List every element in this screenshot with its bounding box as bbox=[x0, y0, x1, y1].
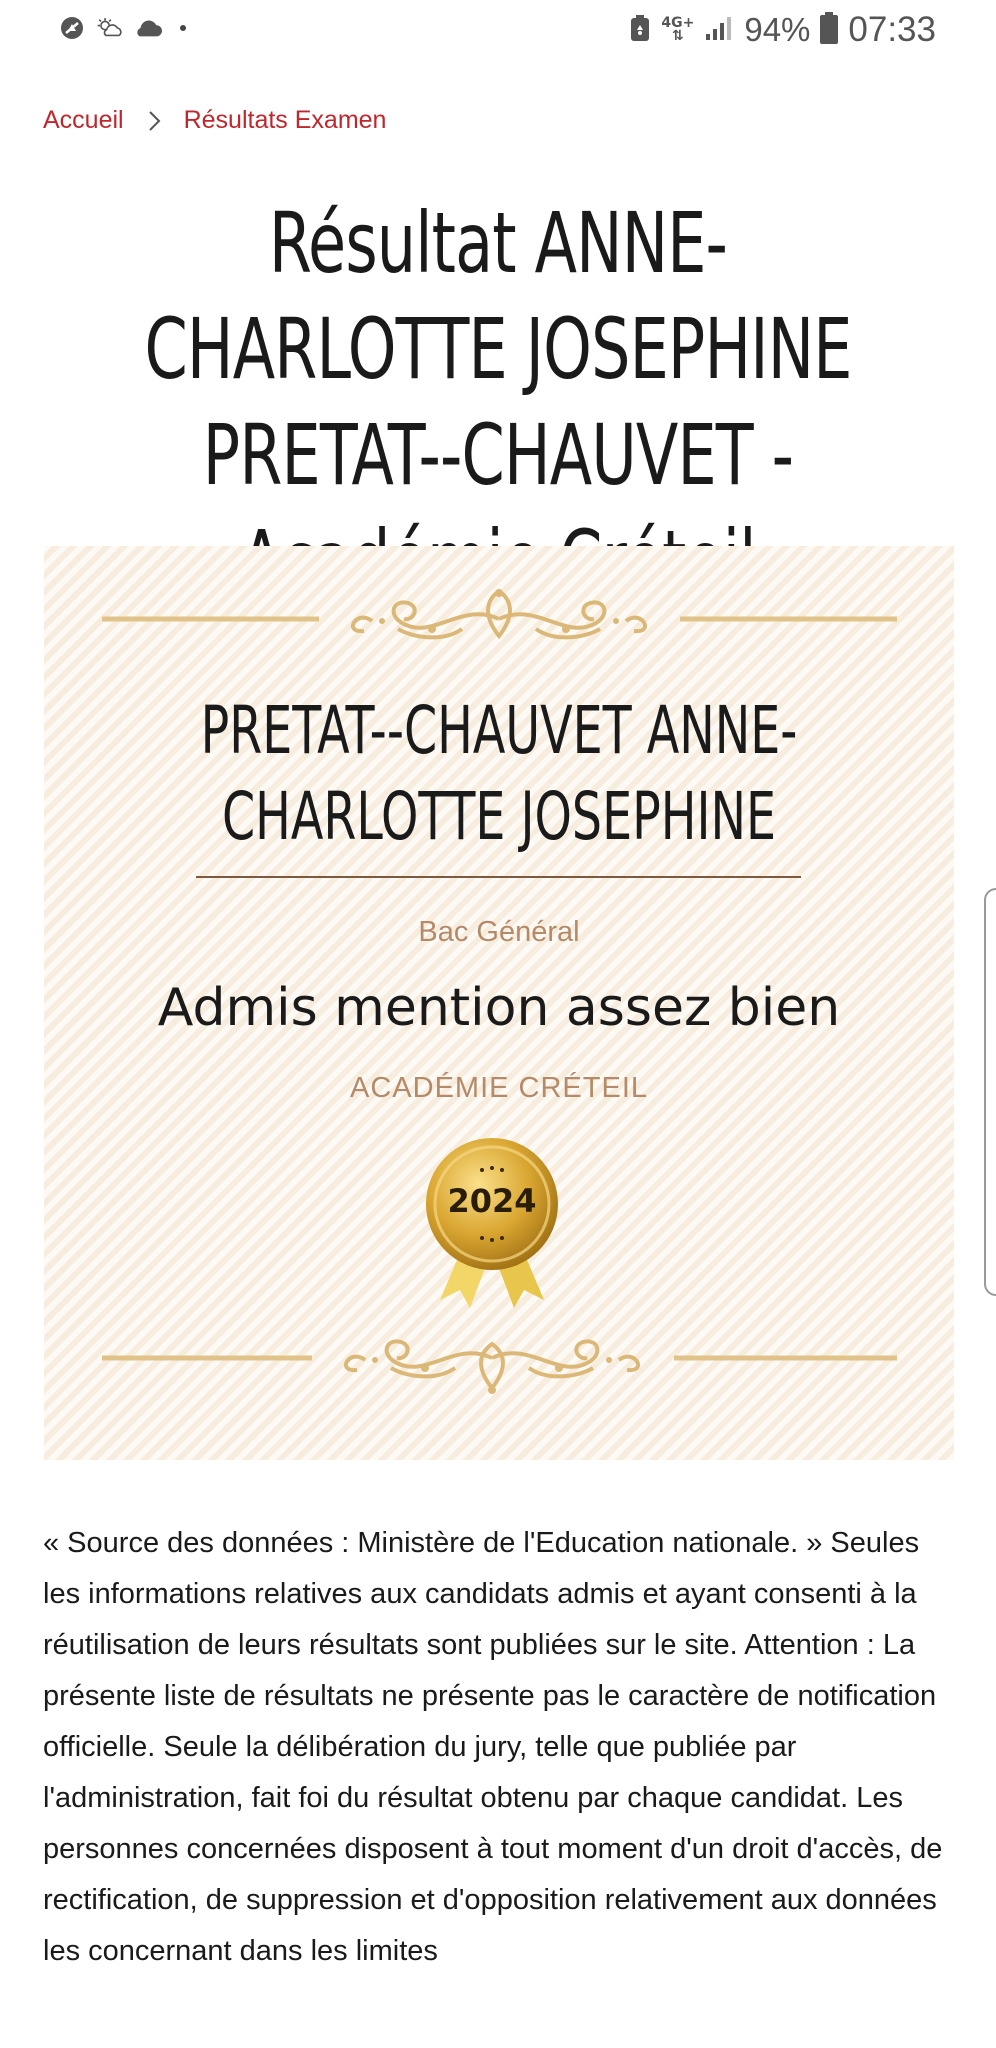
battery-percent: 94% bbox=[744, 11, 811, 48]
clock: 07:33 bbox=[848, 10, 936, 49]
flourish-ornament-top bbox=[102, 588, 897, 640]
breadcrumb-current-link[interactable]: Résultats Examen bbox=[184, 106, 387, 135]
divider bbox=[196, 876, 801, 878]
status-right: 4G+ ⇅ 94% 07:33 bbox=[629, 10, 936, 50]
no-disturb-icon bbox=[58, 14, 86, 42]
academy-name: ACADÉMIE CRÉTEIL bbox=[350, 1072, 648, 1104]
edge-panel-handle[interactable] bbox=[984, 888, 996, 1296]
chevron-right-icon bbox=[142, 109, 166, 133]
medal-year: 2024 bbox=[447, 1182, 537, 1220]
exam-result: Admis mention assez bien bbox=[157, 978, 841, 1038]
battery-saver-icon bbox=[629, 13, 651, 47]
weather-sun-cloud-icon bbox=[96, 14, 124, 42]
gold-medal-icon: 2024 bbox=[422, 1138, 572, 1316]
breadcrumb: Accueil Résultats Examen bbox=[43, 106, 386, 135]
battery-icon bbox=[820, 12, 839, 48]
signal-icon bbox=[704, 14, 734, 46]
exam-type: Bac Général bbox=[418, 916, 580, 948]
network-label: 4G+ bbox=[661, 15, 695, 31]
result-certificate: PRETAT--CHAUVET ANNE-CHARLOTTE JOSEPHINE… bbox=[44, 546, 954, 1460]
breadcrumb-home-link[interactable]: Accueil bbox=[43, 106, 124, 135]
flourish-ornament-bottom bbox=[102, 1339, 897, 1394]
cloud-icon bbox=[134, 14, 162, 42]
status-bar: 4G+ ⇅ 94% 07:33 bbox=[0, 0, 996, 58]
data-source-disclaimer: « Source des données : Ministère de l'Ed… bbox=[43, 1527, 943, 1967]
notification-dot-icon bbox=[180, 25, 186, 31]
status-left-icons bbox=[58, 14, 186, 42]
candidate-name: PRETAT--CHAUVET ANNE-CHARLOTTE JOSEPHINE bbox=[200, 692, 798, 855]
network-4g-icon: 4G+ ⇅ bbox=[661, 15, 695, 44]
